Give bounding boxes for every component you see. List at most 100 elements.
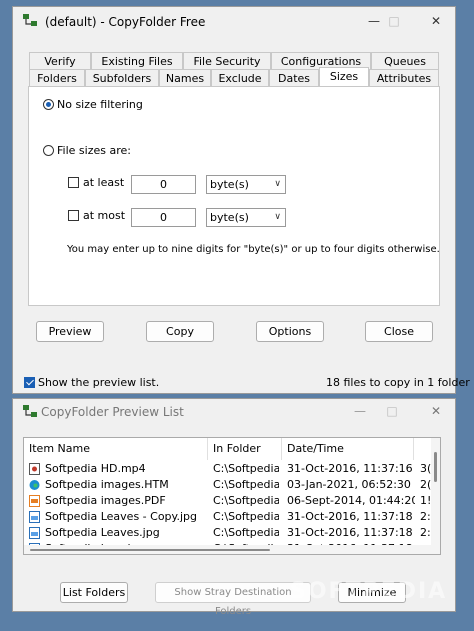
table-row[interactable]: Softpedia Leaves - Copy.jpg C:\Softpedia… [24,509,440,525]
column-label: Date/Time [287,442,344,455]
file-folder: C:\Softpedia1 [213,462,279,475]
column-label: Item Name [29,442,90,455]
column-label: In Folder [213,442,261,455]
preview-titlebar[interactable]: CopyFolder Preview List — □ ✕ [13,399,455,425]
tab-names[interactable]: Names [159,69,211,86]
tab-existing-files[interactable]: Existing Files [91,52,183,69]
show-preview-list-checkbox[interactable] [24,377,35,388]
vertical-scrollbar[interactable] [431,438,440,554]
maximize-icon[interactable]: □ [383,403,401,419]
file-date: 31-Oct-2016, 11:37:18 AM [287,526,415,539]
tab-label: Subfolders [92,72,152,85]
chevron-down-icon: ∨ [274,179,281,189]
at-most-label: at most [83,209,126,222]
list-folders-button[interactable]: List Folders [60,582,128,603]
file-date: 03-Jan-2021, 06:52:30 PM [287,478,415,491]
at-least-label: at least [83,176,125,189]
column-date-time[interactable]: Date/Time [282,438,414,460]
at-least-checkbox[interactable] [68,177,79,188]
tab-queues[interactable]: Queues [371,52,439,69]
tab-label: Sizes [329,70,359,83]
table-row[interactable]: Softpedia images.HTM C:\Softpedia1 03-Ja… [24,477,440,493]
close-icon[interactable]: ✕ [427,13,445,29]
preview-button[interactable]: Preview [36,321,104,342]
file-name: Softpedia HD.mp4 [45,462,146,475]
no-size-filtering-label: No size filtering [57,98,143,111]
file-folder: C:\Softpedia1 [213,494,279,507]
preview-window-title: CopyFolder Preview List [41,405,184,419]
main-titlebar[interactable]: (default) - CopyFolder Free — □ ✕ [13,7,455,37]
tab-dates[interactable]: Dates [269,69,319,86]
tab-folders[interactable]: Folders [29,69,85,86]
files-status-text: 18 files to copy in 1 folder [326,376,470,389]
options-button[interactable]: Options [256,321,324,342]
copy-button[interactable]: Copy [146,321,214,342]
show-stray-destination-folders-button[interactable]: Show Stray Destination Folders [155,582,311,617]
file-sizes-are-radio[interactable] [43,145,54,156]
app-icon [23,405,37,417]
at-most-checkbox[interactable] [68,210,79,221]
file-name: Softpedia Leaves - Copy.jpg [45,510,197,523]
tab-attributes[interactable]: Attributes [369,69,439,86]
image-file-icon [29,511,40,523]
close-icon[interactable]: ✕ [427,403,445,419]
softpedia-watermark: SOFTPEDIA [290,579,448,604]
scroll-thumb[interactable] [434,452,437,482]
stray-folders-label: Show Stray Destination Folders [174,587,292,617]
minimize-icon[interactable]: — [351,403,369,419]
at-least-unit-select[interactable]: byte(s) ∨ [206,175,286,194]
tab-label: Attributes [376,72,432,85]
file-folder: C:\Softpedia1 [213,510,279,523]
scroll-thumb[interactable] [30,549,270,551]
tab-label: Names [165,72,205,85]
tab-label: Verify [44,55,76,68]
close-button[interactable]: Close [365,321,433,342]
tab-label: File Security [193,55,261,68]
file-name: Softpedia images.HTM [45,478,169,491]
tab-verify[interactable]: Verify [29,52,91,69]
at-most-unit: byte(s) [210,211,249,224]
tab-label: Dates [277,72,311,85]
horizontal-scrollbar[interactable] [24,545,431,554]
no-size-filtering-radio[interactable] [43,99,54,110]
tab-sizes[interactable]: Sizes [319,67,369,86]
file-name: Softpedia images.PDF [45,494,166,507]
column-item-name[interactable]: Item Name [24,438,208,460]
at-least-value: 0 [160,178,167,191]
tab-subfolders[interactable]: Subfolders [85,69,159,86]
at-least-input[interactable]: 0 [131,175,196,194]
video-file-icon [29,463,40,475]
show-preview-list-label: Show the preview list. [38,376,160,389]
preview-file-list[interactable]: Item Name In Folder Date/Time Softpedia … [23,437,441,555]
table-row[interactable]: Softpedia HD.mp4 C:\Softpedia1 31-Oct-20… [24,461,440,477]
preview-button-label: Preview [48,325,92,338]
size-hint-text: You may enter up to nine digits for "byt… [67,244,440,255]
tab-label: Folders [37,72,77,85]
file-name: Softpedia Leaves.jpg [45,526,160,539]
image-file-icon [29,527,40,539]
file-date: 31-Oct-2016, 11:37:18 AM [287,510,415,523]
at-least-unit: byte(s) [210,178,249,191]
sizes-panel: No size filtering File sizes are: at lea… [28,86,440,306]
minimize-icon[interactable]: — [365,13,383,29]
table-row[interactable]: Softpedia images.PDF C:\Softpedia1 06-Se… [24,493,440,509]
tab-file-security[interactable]: File Security [183,52,271,69]
file-folder: C:\Softpedia1 [213,526,279,539]
at-most-unit-select[interactable]: byte(s) ∨ [206,208,286,227]
at-most-input[interactable]: 0 [131,208,196,227]
pdf-file-icon [29,495,40,507]
column-in-folder[interactable]: In Folder [208,438,282,460]
table-row[interactable]: Softpedia Leaves.jpg C:\Softpedia1 31-Oc… [24,525,440,541]
options-button-label: Options [268,325,312,338]
chevron-down-icon: ∨ [274,212,281,222]
maximize-icon[interactable]: □ [385,13,403,29]
tab-label: Existing Files [101,55,173,68]
tab-exclude[interactable]: Exclude [211,69,269,86]
tab-label: Exclude [218,72,262,85]
copy-button-label: Copy [166,325,194,338]
file-sizes-are-label: File sizes are: [57,144,131,157]
at-most-value: 0 [160,211,167,224]
main-window-title: (default) - CopyFolder Free [45,15,206,29]
app-icon [23,14,37,26]
file-folder: C:\Softpedia1 [213,478,279,491]
